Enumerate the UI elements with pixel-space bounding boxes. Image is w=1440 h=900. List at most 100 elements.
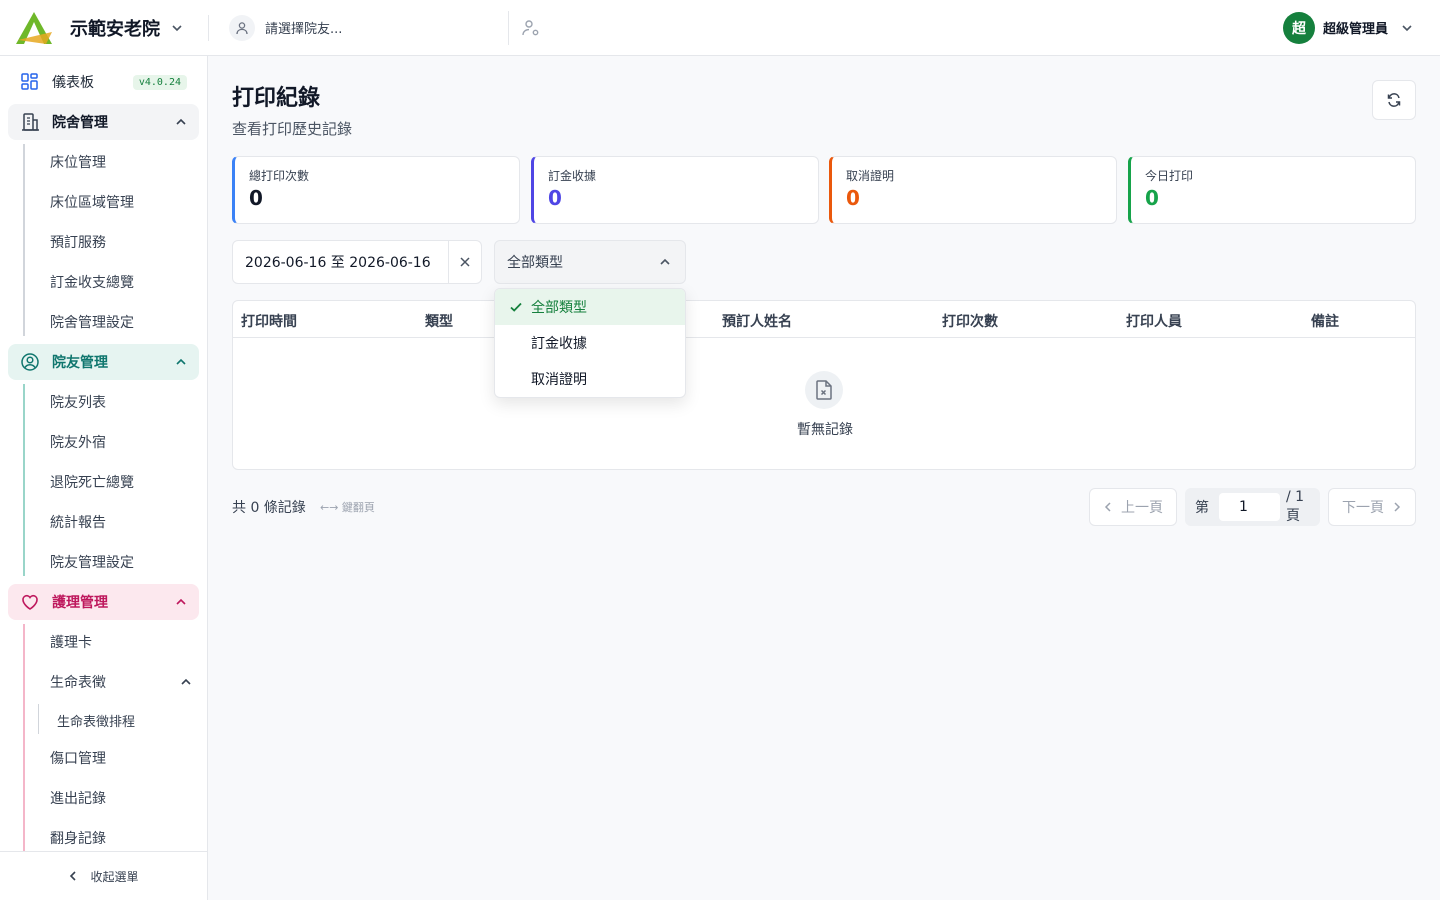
sidebar-group-residents[interactable]: 院友管理 [8,344,199,380]
total-records: 共 0 條記錄 [232,500,306,516]
top-header: 示範安老院 請選擇院友... 超 超級管理員 [0,0,1440,56]
user-menu[interactable]: 超 超級管理員 [1282,11,1414,44]
subgroup-line [38,704,39,734]
next-page-button[interactable]: 下一頁 [1328,488,1416,526]
sidebar-item-discharge[interactable]: 退院死亡總覽 [50,472,134,492]
sidebar-item-care-card[interactable]: 護理卡 [50,632,92,652]
stat-value: 0 [548,186,562,210]
column-header[interactable]: 打印時間 [241,311,297,331]
column-header[interactable]: 類型 [425,311,453,331]
collapse-menu-button[interactable]: 收起選單 [0,851,207,900]
type-option-all[interactable]: 全部類型 [495,289,685,325]
print-records-table: 打印時間 類型 預訂人姓名 打印次數 打印人員 備註 暫無記錄 [232,300,1416,470]
user-icon [229,14,255,41]
building-icon [22,113,39,131]
chevron-right-icon [1394,502,1401,512]
avatar: 超 [1282,11,1315,44]
prev-page-label: 上一頁 [1121,500,1163,516]
user-circle-icon [21,353,39,371]
chevron-up-icon [176,118,186,125]
stat-label: 總打印次數 [249,169,310,183]
dashboard-icon [21,73,38,90]
sidebar-group-label: 護理管理 [52,595,108,611]
heart-icon [22,594,38,610]
group-line [23,624,25,851]
sidebar-group-facility[interactable]: 院舍管理 [8,104,199,140]
chevron-up-icon [176,358,186,365]
sidebar-item-reports[interactable]: 統計報告 [50,512,106,532]
type-select-value: 全部類型 [507,255,563,271]
sidebar-item-deposit[interactable]: 訂金收支總覽 [50,272,134,292]
stat-label: 取消證明 [846,169,895,183]
user-settings-icon[interactable] [521,18,541,38]
stat-label: 今日打印 [1145,169,1194,183]
prev-page-button[interactable]: 上一頁 [1089,488,1177,526]
user-name: 超級管理員 [1322,22,1388,37]
stat-card-total: 總打印次數 0 [232,156,520,224]
stat-value: 0 [846,186,860,210]
option-label: 全部類型 [531,300,587,316]
refresh-button[interactable] [1372,80,1416,120]
group-line [23,384,25,576]
page-title: 打印紀錄 [232,86,321,111]
column-header[interactable]: 預訂人姓名 [722,311,792,331]
page-indicator: 第 1 / 1 頁 [1185,488,1320,526]
stat-card-today: 今日打印 0 [1128,156,1416,224]
keyboard-hint: ←→ 鍵翻頁 [320,501,375,514]
type-select[interactable]: 全部類型 [494,240,686,284]
page-prefix: 第 [1195,500,1209,516]
option-label: 訂金收據 [531,336,587,352]
stat-card-cancel: 取消證明 0 [829,156,1117,224]
sidebar-item-dashboard[interactable]: 儀表板 v4.0.24 [8,64,199,100]
chevron-down-icon[interactable] [170,21,184,35]
group-line [23,144,25,336]
stat-card-deposit: 訂金收據 0 [531,156,819,224]
sidebar-group-nursing[interactable]: 護理管理 [8,584,199,620]
sidebar-item-in-out[interactable]: 進出記錄 [50,788,106,808]
sidebar-item-wound[interactable]: 傷口管理 [50,748,106,768]
sidebar-item-resident-out[interactable]: 院友外宿 [50,432,106,452]
next-page-label: 下一頁 [1342,500,1384,516]
type-option-cancel[interactable]: 取消證明 [495,361,685,397]
sidebar-item-label: 儀表板 [52,75,94,91]
type-option-deposit[interactable]: 訂金收據 [495,325,685,361]
sidebar-item-turning[interactable]: 翻身記錄 [50,828,106,848]
stat-label: 訂金收據 [548,169,597,183]
table-header: 打印時間 類型 預訂人姓名 打印次數 打印人員 備註 [233,301,1415,338]
resident-selector[interactable]: 請選擇院友... [229,10,509,45]
page-subtitle: 查看打印歷史記錄 [232,120,353,138]
sidebar-group-label: 院友管理 [52,355,108,371]
chevron-up-icon [176,598,186,605]
org-name[interactable]: 示範安老院 [70,15,160,41]
close-icon [460,257,470,267]
collapse-menu-label: 收起選單 [90,869,139,884]
version-badge: v4.0.24 [132,74,187,90]
stat-value: 0 [1145,186,1159,210]
clear-date-button[interactable] [449,256,481,268]
chevron-up-icon[interactable] [180,676,192,688]
resident-placeholder: 請選擇院友... [265,22,343,37]
column-header[interactable]: 打印人員 [1126,311,1182,331]
date-range-picker[interactable]: 2026-06-16 至 2026-06-16 [232,240,482,284]
sidebar: 儀表板 v4.0.24 院舍管理 床位管理 床位區域管理 預訂服務 訂金收支總覽… [0,56,208,900]
chevron-left-icon [1104,502,1111,512]
refresh-icon [1387,93,1401,107]
page-number-input[interactable]: 1 [1219,493,1280,521]
sidebar-item-booking[interactable]: 預訂服務 [50,232,106,252]
sidebar-item-vitals[interactable]: 生命表徵 [50,672,106,692]
sidebar-item-resident-list[interactable]: 院友列表 [50,392,106,412]
sidebar-item-vitals-schedule[interactable]: 生命表徵排程 [57,711,135,730]
sidebar-item-resident-settings[interactable]: 院友管理設定 [50,552,134,572]
sidebar-item-facility-settings[interactable]: 院舍管理設定 [50,312,134,332]
sidebar-menu: 儀表板 v4.0.24 院舍管理 床位管理 床位區域管理 預訂服務 訂金收支總覽… [0,56,207,851]
column-header[interactable]: 打印次數 [942,311,998,331]
sidebar-item-bed-area[interactable]: 床位區域管理 [50,192,134,212]
date-range-input[interactable]: 2026-06-16 至 2026-06-16 [233,240,449,284]
column-header[interactable]: 備註 [1311,311,1339,331]
chevron-left-icon [70,871,77,881]
type-dropdown-menu: 全部類型 訂金收據 取消證明 [494,288,686,398]
empty-state-text: 暫無記錄 [797,422,853,438]
header-divider [208,14,209,41]
sidebar-group-label: 院舍管理 [52,115,108,131]
sidebar-item-bed[interactable]: 床位管理 [50,152,106,172]
